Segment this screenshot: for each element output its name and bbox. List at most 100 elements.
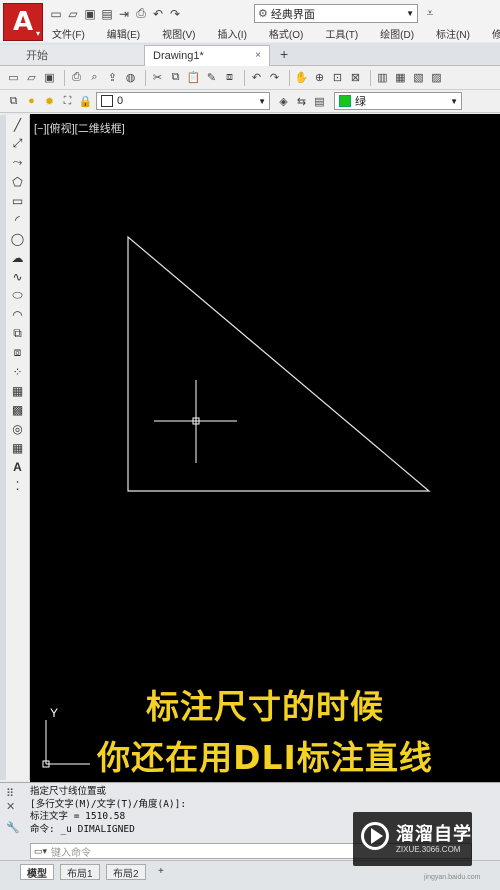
revision-cloud-icon[interactable]: ☁ <box>6 248 29 267</box>
separator <box>244 69 245 86</box>
close-icon[interactable]: × <box>255 50 261 61</box>
bulb-icon: ● <box>28 95 35 107</box>
menu-modify[interactable]: 修 <box>492 26 500 41</box>
menu-view[interactable]: 视图(V) <box>162 26 195 41</box>
circle-icon[interactable]: ◯ <box>6 229 29 248</box>
menu-edit[interactable]: 编辑(E) <box>107 26 140 41</box>
app-logo-button[interactable]: A ▾ <box>3 3 43 41</box>
zoom-previous-icon[interactable]: ⊠ <box>348 70 363 85</box>
layer-select[interactable]: 0 ▼ <box>96 92 270 110</box>
globe-icon[interactable]: ◍ <box>123 70 138 85</box>
design-center-icon[interactable]: ▦ <box>393 70 408 85</box>
save-icon[interactable]: ▣ <box>42 70 57 85</box>
zoom-realtime-icon[interactable]: ⊕ <box>312 70 327 85</box>
tab-drawing1[interactable]: Drawing1* × <box>144 44 270 66</box>
polygon-icon[interactable]: ⬠ <box>6 172 29 191</box>
redo-icon[interactable]: ↷ <box>267 70 282 85</box>
multiline-text-icon[interactable]: A <box>6 457 29 476</box>
make-block-icon[interactable]: ⧈ <box>6 343 29 362</box>
undo-icon[interactable]: ↶ <box>249 70 264 85</box>
sheet-set-icon[interactable]: ▨ <box>429 70 444 85</box>
menu-format[interactable]: 格式(O) <box>269 26 303 41</box>
menu-dimension[interactable]: 标注(N) <box>436 26 470 41</box>
save-as-icon[interactable]: ▤ <box>100 7 114 21</box>
document-tabs: 开始 Drawing1* × + <box>0 43 500 66</box>
menu-draw[interactable]: 绘图(D) <box>380 26 414 41</box>
watermark-logo: 溜溜自学 ZIXUE.3066.COM <box>353 812 472 866</box>
menu-bar: 文件(F) 编辑(E) 视图(V) 插入(I) 格式(O) 工具(T) 绘图(D… <box>0 25 500 42</box>
wrench-icon[interactable]: 🔧 <box>6 821 24 834</box>
new-icon[interactable]: ▭ <box>49 7 63 21</box>
open-icon[interactable]: ▱ <box>24 70 39 85</box>
viewport-freeze-icon: ⛶ <box>63 94 72 107</box>
print-icon[interactable]: ⎙ <box>134 6 148 21</box>
pan-icon[interactable]: ✋ <box>294 70 309 85</box>
command-history-line: 命令: _u DIMALIGNED <box>30 823 135 835</box>
add-selected-icon[interactable]: ⁚ <box>6 476 29 495</box>
customize-icon[interactable]: ⩡ <box>423 6 437 20</box>
hatch-icon[interactable]: ▦ <box>6 381 29 400</box>
play-icon <box>371 828 383 844</box>
watermark-title: 溜溜自学 <box>396 824 472 845</box>
zoom-window-icon[interactable]: ⊡ <box>330 70 345 85</box>
open-icon[interactable]: ▱ <box>66 7 80 21</box>
separator <box>145 69 146 86</box>
paste-icon[interactable]: 📋 <box>186 70 201 85</box>
chevron-down-icon: ▼ <box>258 96 266 106</box>
insert-block-icon[interactable]: ⧉ <box>6 324 29 343</box>
gear-icon: ⚙ <box>258 8 268 20</box>
menu-insert[interactable]: 插入(I) <box>217 26 246 41</box>
tab-layout1[interactable]: 布局1 <box>60 864 100 880</box>
export-icon[interactable]: ⇥ <box>117 7 131 21</box>
command-prompt-icon[interactable]: ▭▾ <box>34 846 47 857</box>
polyline-icon[interactable]: ⤳ <box>6 153 29 172</box>
line-icon[interactable]: ╱ <box>6 115 29 134</box>
menu-tools[interactable]: 工具(T) <box>325 26 358 41</box>
grip-icon[interactable]: ⠿ <box>6 787 24 800</box>
tab-start[interactable]: 开始 <box>0 45 144 65</box>
command-history: 指定尺寸线位置或 [多行文字(M)/文字(T)/角度(A)]: 标注文字 = 151… <box>30 786 186 836</box>
copy-icon[interactable]: ⧉ <box>168 70 183 85</box>
ellipse-arc-icon[interactable]: ◠ <box>6 305 29 324</box>
point-icon[interactable]: ⁘ <box>6 362 29 381</box>
layer-previous-icon[interactable]: ⇆ <box>294 94 309 109</box>
rectangle-icon[interactable]: ▭ <box>6 191 29 210</box>
spline-icon[interactable]: ∿ <box>6 267 29 286</box>
table-icon[interactable]: ▦ <box>6 438 29 457</box>
publish-icon[interactable]: ⇪ <box>105 70 120 85</box>
menu-file[interactable]: 文件(F) <box>52 26 85 41</box>
save-icon[interactable]: ▣ <box>83 7 97 21</box>
properties-icon[interactable]: ▥ <box>375 70 390 85</box>
layer-manager-icon[interactable]: ⧉ <box>6 94 21 109</box>
match-properties-icon[interactable]: ✎ <box>204 70 219 85</box>
add-tab-button[interactable]: + <box>280 46 288 62</box>
make-current-icon[interactable]: ◈ <box>276 94 291 109</box>
print-icon[interactable]: ⎙ <box>69 70 84 85</box>
drawing-canvas[interactable]: [−][俯视][二维线框] Y 标注尺寸的时候 你还在用DLI标注直线 <box>30 114 500 782</box>
layer-state-icon[interactable]: ▤ <box>312 94 327 109</box>
undo-icon[interactable]: ↶ <box>151 7 165 21</box>
layers-toolbar: ⧉ ● ✹ ⛶ 🔒 0 ▼ ◈ ⇆ ▤ 绿 ▼ <box>0 90 500 113</box>
close-icon[interactable]: ✕ <box>6 800 24 813</box>
arc-icon[interactable]: ◜ <box>6 210 29 229</box>
watermark-small: jingyan.baidu.com <box>424 874 481 881</box>
tab-layout2[interactable]: 布局2 <box>106 864 146 880</box>
preview-icon[interactable]: ⌕ <box>87 70 102 85</box>
workspace-value: 经典界面 <box>270 8 315 21</box>
tool-palette-icon[interactable]: ▧ <box>411 70 426 85</box>
command-window-controls: ⠿ ✕ 🔧 <box>6 787 24 857</box>
region-icon[interactable]: ◎ <box>6 419 29 438</box>
construction-line-icon[interactable]: ⤢ <box>6 134 29 153</box>
ellipse-icon[interactable]: ⬭ <box>6 286 29 305</box>
cut-icon[interactable]: ✂ <box>150 70 165 85</box>
triangle-shape[interactable] <box>127 235 431 492</box>
new-icon[interactable]: ▭ <box>6 70 21 85</box>
color-select[interactable]: 绿 ▼ <box>334 92 462 110</box>
block-icon[interactable]: ⧈ <box>222 70 237 85</box>
workspace-select[interactable]: ⚙ 经典界面 ▼ <box>254 4 418 23</box>
gradient-icon[interactable]: ▩ <box>6 400 29 419</box>
tab-model[interactable]: 模型 <box>20 864 54 880</box>
add-layout-button[interactable]: + <box>152 864 170 878</box>
redo-icon[interactable]: ↷ <box>168 7 182 21</box>
command-history-line: 指定尺寸线位置或 <box>30 786 107 797</box>
